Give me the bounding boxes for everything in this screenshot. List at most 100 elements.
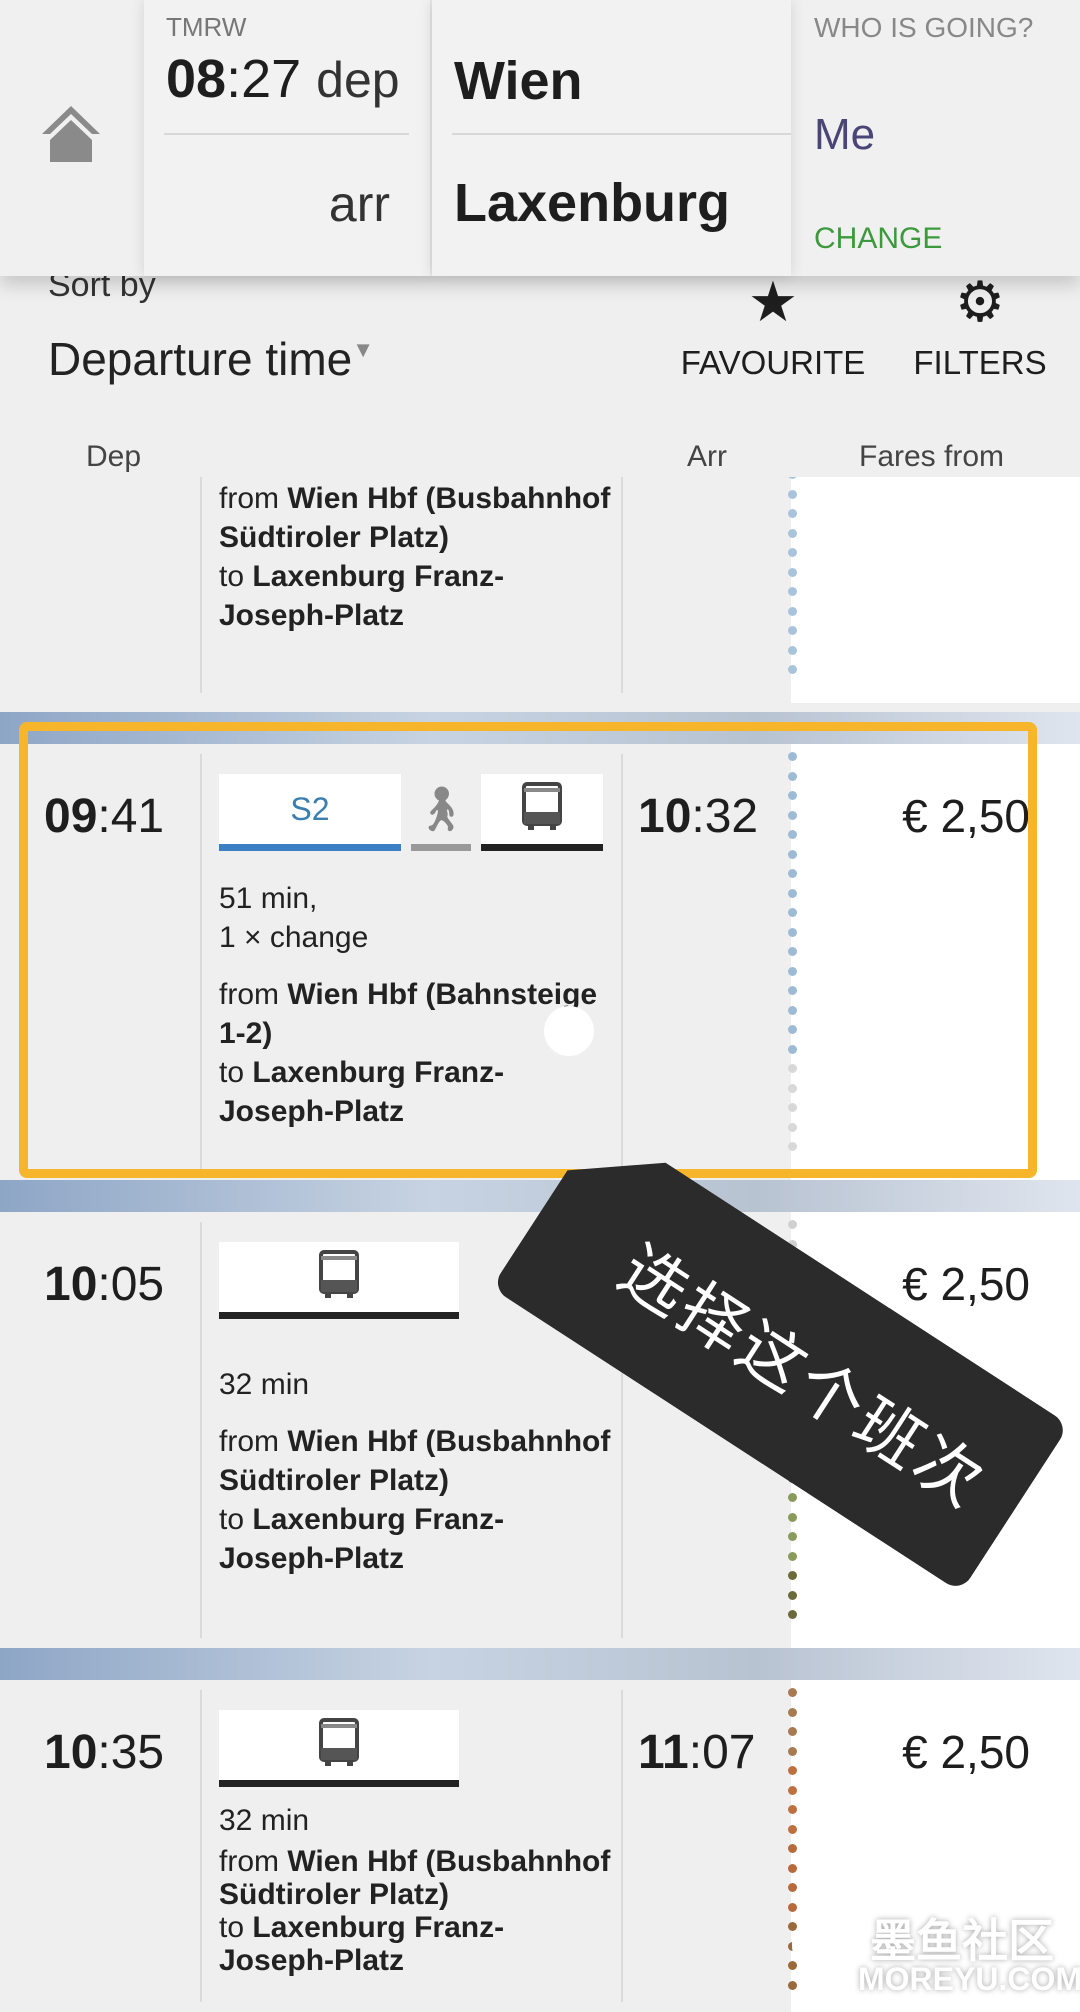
connection-details: 32 min from Wien Hbf (Busbahnhof Südtirol… bbox=[219, 1804, 619, 1977]
dot bbox=[788, 509, 797, 518]
from-prefix: from bbox=[219, 978, 279, 1011]
dot bbox=[788, 1064, 797, 1073]
dot bbox=[788, 1746, 797, 1756]
dot bbox=[788, 1844, 797, 1853]
favourite-button[interactable]: ★ FAVOURITE bbox=[680, 274, 866, 382]
to-station[interactable]: Laxenburg bbox=[454, 172, 730, 234]
dot bbox=[788, 567, 797, 577]
route-dots bbox=[786, 744, 797, 1180]
leg-bus bbox=[219, 1242, 459, 1319]
dot bbox=[788, 888, 797, 898]
dot bbox=[788, 1044, 797, 1054]
connection-row[interactable]: 09:41 10:32 € 2,50 S2 🚶︎ 51 min, 1 × change fro… bbox=[0, 744, 1080, 1180]
dep-hours: 10 bbox=[44, 1258, 98, 1311]
arr-hours: 10 bbox=[638, 790, 692, 843]
connection-row[interactable]: from Wien Hbf (Busbahnhof Südtiroler Pla… bbox=[0, 477, 1080, 703]
row-separator bbox=[0, 1648, 1080, 1680]
favourite-label: FAVOURITE bbox=[680, 344, 866, 381]
column-divider bbox=[200, 754, 202, 1170]
home-icon bbox=[42, 106, 100, 162]
watermark: 墨鱼社区 MOREYU.COM bbox=[792, 1905, 1080, 2005]
column-divider bbox=[621, 1690, 623, 2002]
touch-indicator bbox=[544, 1006, 594, 1056]
duration: 32 min bbox=[219, 1804, 619, 1837]
dot bbox=[788, 665, 797, 674]
bus-icon bbox=[522, 781, 562, 837]
column-divider bbox=[621, 477, 623, 693]
departure-time: 09:41 bbox=[44, 789, 164, 844]
dot bbox=[788, 1766, 797, 1775]
column-divider bbox=[200, 477, 202, 693]
line-label: S2 bbox=[290, 790, 330, 827]
transport-legs bbox=[219, 1710, 459, 1787]
sort-value: Departure time bbox=[48, 333, 353, 385]
dot bbox=[788, 528, 797, 538]
leg-bus bbox=[219, 1710, 459, 1787]
dot bbox=[788, 1220, 797, 1229]
to-prefix: to bbox=[219, 1503, 245, 1536]
dot bbox=[788, 927, 797, 937]
who-value: Me bbox=[814, 110, 876, 159]
watermark-logo-icon bbox=[792, 1915, 852, 1975]
transport-legs bbox=[219, 1242, 459, 1319]
arr-label: arr bbox=[328, 176, 390, 232]
from-prefix: from bbox=[219, 482, 279, 515]
from-prefix: from bbox=[219, 1845, 279, 1878]
dep-hours: 10 bbox=[44, 1726, 98, 1779]
dot bbox=[788, 830, 797, 839]
dot bbox=[788, 606, 797, 616]
dot bbox=[788, 791, 797, 800]
to-prefix: to bbox=[219, 1911, 245, 1944]
dot bbox=[788, 869, 797, 878]
filters-label: FILTERS bbox=[913, 344, 1047, 381]
arrival-time: 10:32 bbox=[638, 789, 758, 844]
dot bbox=[788, 1493, 797, 1502]
leg-train: S2 bbox=[219, 774, 401, 851]
dot bbox=[788, 966, 797, 976]
sort-dropdown[interactable]: Departure time▼ bbox=[48, 332, 374, 386]
to-station: Laxenburg Franz-Joseph-Platz bbox=[219, 1911, 505, 1977]
home-button[interactable] bbox=[38, 100, 104, 166]
dot bbox=[788, 849, 797, 859]
filters-button[interactable]: ⚙ FILTERS bbox=[905, 274, 1055, 382]
arr-hours: 11 bbox=[638, 1726, 689, 1779]
fare-price: € 2,50 bbox=[902, 790, 1030, 842]
to-prefix: to bbox=[219, 560, 245, 593]
dot bbox=[788, 548, 797, 557]
column-fares: Fares from bbox=[859, 440, 1005, 473]
search-header: TMRW 08:27 dep arr Wien Laxenburg WHO IS… bbox=[0, 0, 1080, 276]
connection-details: 32 min from Wien Hbf (Busbahnhof Südtirol… bbox=[219, 1365, 619, 1578]
from-station: Wien Hbf bbox=[287, 978, 418, 1011]
from-prefix: from bbox=[219, 1425, 279, 1458]
duration-text: 51 min, bbox=[219, 882, 318, 915]
dot bbox=[788, 1863, 797, 1873]
connection-details: 51 min, 1 × change from Wien Hbf (Bahnstei… bbox=[219, 879, 619, 1131]
time-minutes: :27 bbox=[226, 49, 302, 109]
duration: 51 min, 1 × change bbox=[219, 879, 619, 957]
dot bbox=[788, 1103, 797, 1112]
change-passengers-button[interactable]: CHANGE bbox=[814, 222, 942, 256]
column-dep: Dep bbox=[86, 440, 142, 473]
dot bbox=[788, 1727, 797, 1736]
dot bbox=[788, 1571, 797, 1580]
dot bbox=[788, 1532, 797, 1541]
dot bbox=[788, 810, 797, 820]
dot bbox=[788, 947, 797, 956]
dep-minutes: :41 bbox=[97, 790, 165, 843]
dot bbox=[788, 1512, 797, 1522]
arr-minutes: :07 bbox=[688, 1726, 756, 1779]
time-selector[interactable]: TMRW 08:27 dep arr bbox=[144, 0, 430, 276]
fares-column bbox=[791, 477, 1080, 703]
who-label: WHO IS GOING? bbox=[814, 12, 1034, 43]
dep-minutes: :35 bbox=[97, 1726, 165, 1779]
route-text: from Wien Hbf (Busbahnhof Südtiroler Pla… bbox=[219, 479, 619, 635]
time-hours: 08 bbox=[166, 49, 227, 109]
route-selector[interactable]: Wien Laxenburg bbox=[432, 0, 791, 276]
departure-time: 10:35 bbox=[44, 1725, 164, 1780]
leg-bus bbox=[481, 774, 603, 851]
from-station[interactable]: Wien bbox=[454, 50, 583, 112]
dot bbox=[788, 477, 797, 479]
dot bbox=[788, 986, 797, 995]
changes-text: 1 × change bbox=[219, 921, 369, 954]
route-text: from Wien Hbf (Busbahnhof Südtiroler Pla… bbox=[219, 1422, 619, 1578]
